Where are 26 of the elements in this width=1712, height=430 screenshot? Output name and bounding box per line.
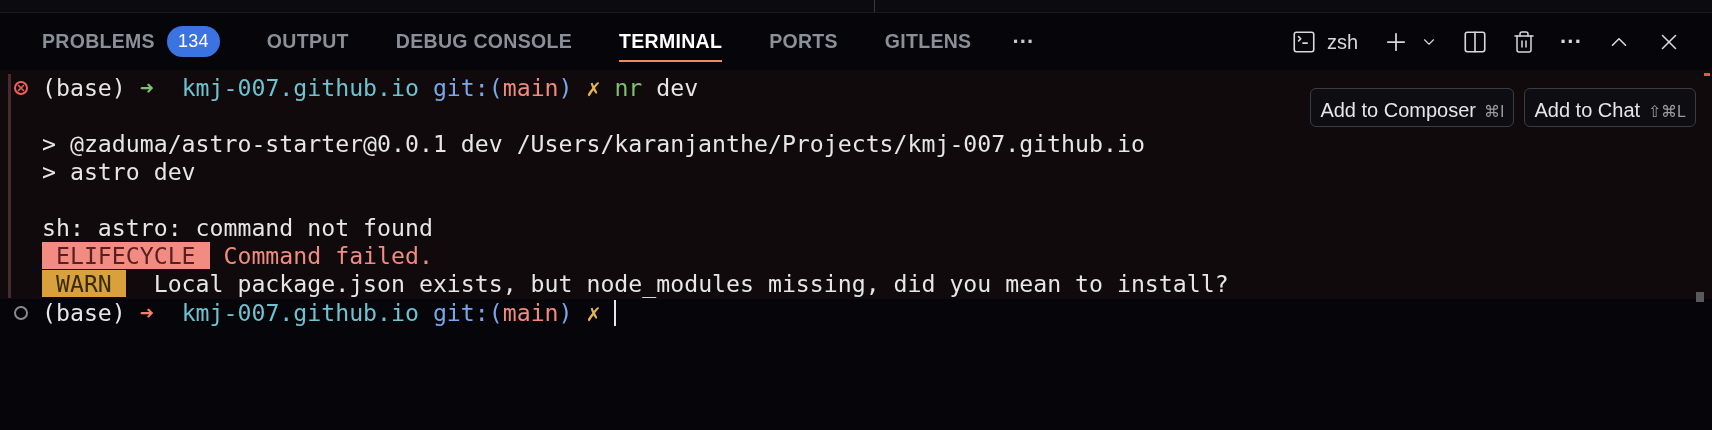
pending-status-icon[interactable] <box>14 306 28 320</box>
panel-tab[interactable]: OUTPUT <box>254 21 361 62</box>
add-to-chat-button[interactable]: Add to Chat ⇧⌘L <box>1524 88 1696 127</box>
terminal-line: ELIFECYCLE Command failed. <box>42 242 433 270</box>
problems-count-badge: 134 <box>166 26 220 57</box>
trash-icon[interactable] <box>1512 29 1536 54</box>
more-tabs-button[interactable]: ··· <box>1006 25 1041 58</box>
split-icon[interactable] <box>1462 28 1488 55</box>
add-to-chat-button[interactable]: Add to Composer ⌘I <box>1310 88 1515 127</box>
terminal-line: > astro dev <box>42 158 196 186</box>
panel-tab[interactable]: TERMINAL <box>607 21 735 62</box>
panel-tab[interactable]: GITLENS <box>872 21 984 62</box>
shell-name[interactable]: zsh <box>1326 26 1358 57</box>
error-scroll-marker <box>1704 73 1710 76</box>
more-actions-button[interactable]: ··· <box>1560 25 1582 58</box>
terminal-line: (base) ➜ kmj-007.github.io git:(main) ✗ <box>42 299 602 327</box>
terminal-line: sh: astro: command not found <box>42 214 433 242</box>
scrollbar-thumb[interactable] <box>1696 292 1704 302</box>
terminal-line: > @zaduma/astro-starter@0.0.1 dev /Users/karanjanthe/Projects/kmj-007.github.io <box>42 130 1145 158</box>
error-status-icon[interactable] <box>14 81 28 95</box>
terminal-line: WARN Local package.json exists, but node_modules missing, did you mean to install? <box>42 270 1229 298</box>
panel-tab[interactable]: PROBLEMS 134 <box>30 21 232 62</box>
terminal-line: (base) ➜ kmj-007.github.io git:(main) ✗ nr dev <box>42 74 699 102</box>
panel-tab[interactable]: DEBUG CONSOLE <box>383 21 584 62</box>
panel-tab[interactable]: PORTS <box>757 21 850 62</box>
terminal-icon[interactable] <box>1290 28 1317 55</box>
